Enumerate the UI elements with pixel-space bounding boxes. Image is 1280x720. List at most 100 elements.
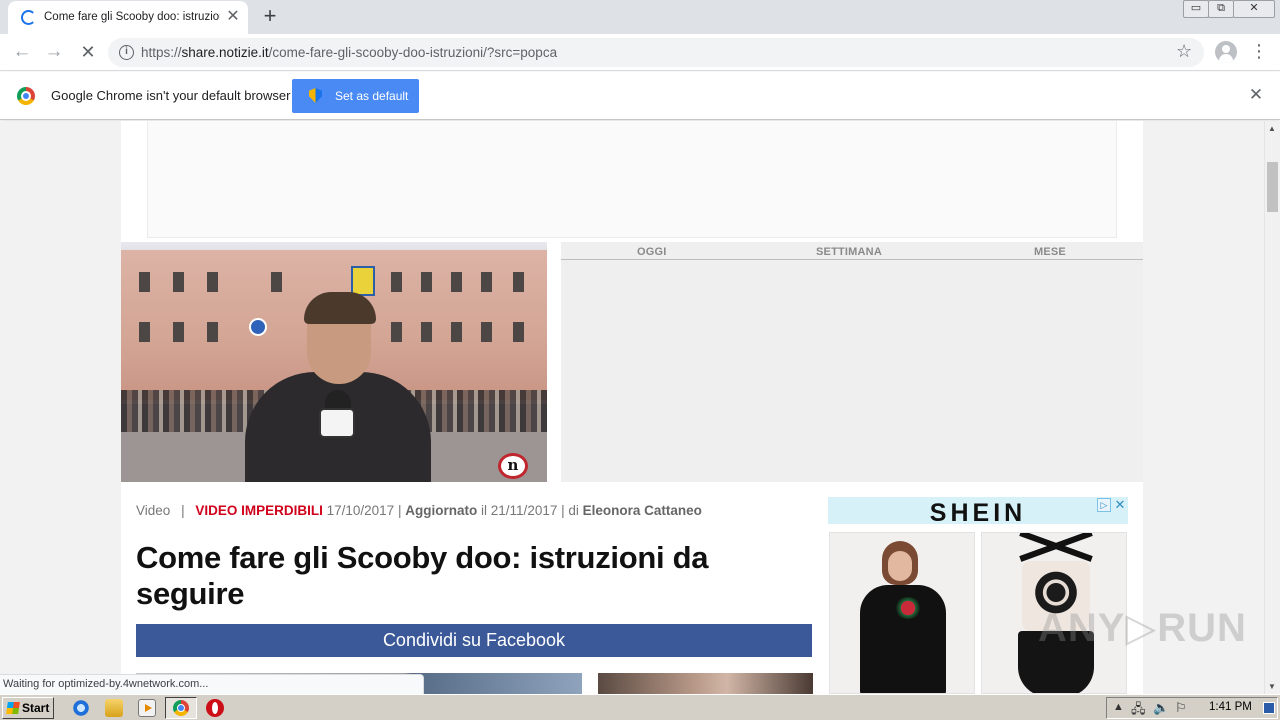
tab-close-icon[interactable]: ✕: [224, 8, 242, 26]
new-tab-button[interactable]: +: [258, 5, 282, 29]
scroll-down-icon[interactable]: ▼: [1268, 682, 1276, 691]
url-scheme: https://: [141, 45, 182, 60]
star-icon[interactable]: ☆: [1176, 41, 1192, 62]
show-desktop-icon[interactable]: [1263, 702, 1275, 714]
tab-oggi[interactable]: OGGI: [637, 246, 667, 258]
info-icon[interactable]: i: [119, 45, 134, 60]
flag-icon[interactable]: ⚐: [1175, 700, 1187, 716]
shield-icon: [309, 88, 322, 103]
meta-category[interactable]: VIDEO IMPERDIBILI: [195, 503, 323, 518]
meta-updated-date: 21/11/2017: [490, 503, 558, 518]
infobar-message: Google Chrome isn't your default browser: [51, 88, 291, 103]
window-close-button[interactable]: ✕: [1233, 0, 1275, 18]
minimize-button[interactable]: ▭: [1183, 0, 1209, 18]
video-reporter-hair: [304, 292, 376, 324]
volume-icon[interactable]: 🔈: [1153, 700, 1169, 716]
system-tray: ▲ 🖧 🔈 ⚐ 1:41 PM: [1106, 697, 1278, 719]
ad-close-icon[interactable]: ✕: [1113, 498, 1127, 512]
start-label: Start: [22, 701, 50, 715]
url-path: /come-fare-gli-scooby-doo-istruzioni/?sr…: [268, 45, 558, 60]
page-scrollbar[interactable]: ▲ ▼: [1264, 121, 1280, 694]
restore-button[interactable]: ⧉: [1208, 0, 1234, 18]
address-bar[interactable]: i https://share.notizie.it/come-fare-gli…: [108, 38, 1204, 67]
media-player-icon[interactable]: [138, 699, 156, 717]
menu-icon[interactable]: ⋮: [1250, 41, 1268, 63]
back-arrow-icon[interactable]: ←: [10, 41, 34, 65]
url-text[interactable]: https://share.notizie.it/come-fare-gli-s…: [141, 45, 557, 60]
opera-icon[interactable]: [206, 699, 224, 717]
tab-mese[interactable]: MESE: [1034, 246, 1066, 258]
tab-settimana[interactable]: SETTIMANA: [816, 246, 882, 258]
video-window: [481, 272, 492, 292]
tab-title: Come fare gli Scooby doo: istruzioni da …: [44, 11, 220, 23]
video-window: [173, 272, 184, 292]
forward-arrow-icon[interactable]: →: [42, 41, 66, 65]
clock[interactable]: 1:41 PM: [1209, 701, 1252, 713]
video-window: [481, 322, 492, 342]
chrome-icon: [173, 700, 189, 716]
video-window: [271, 272, 282, 292]
meta-updated-label: Aggiornato: [405, 503, 478, 518]
screen: Come fare gli Scooby doo: istruzioni da …: [0, 0, 1280, 720]
video-window: [173, 322, 184, 342]
network-icon[interactable]: 🖧: [1131, 700, 1146, 720]
meta-section[interactable]: Video: [136, 503, 170, 518]
tab-spinner-icon: [21, 10, 36, 25]
shein-ad[interactable]: SHEIN ▷ ✕: [828, 497, 1128, 694]
page-content: n OGGI SETTIMANA MESE Video | VIDEO IMPE…: [121, 121, 1143, 694]
browser-tab[interactable]: Come fare gli Scooby doo: istruzioni da …: [8, 1, 248, 34]
video-microphone: [319, 408, 355, 438]
meta-author-prefix: | di: [561, 503, 579, 518]
taskbar-chrome-button[interactable]: [165, 697, 197, 719]
facebook-share-button[interactable]: Condividi su Facebook: [136, 624, 812, 657]
meta-pipe: |: [397, 503, 402, 518]
ie-icon[interactable]: [72, 699, 90, 717]
flower-embroidery: [894, 597, 922, 619]
folder-icon[interactable]: [105, 699, 123, 717]
video-window: [451, 322, 462, 342]
status-bubble: Waiting for optimized-by.4wnetwork.com..…: [0, 674, 424, 694]
video-window: [207, 322, 218, 342]
taskbar: Start ▲ 🖧 🔈 ⚐ 1:41 PM: [0, 694, 1280, 720]
scroll-up-icon[interactable]: ▲: [1268, 124, 1276, 133]
video-window: [421, 322, 432, 342]
video-window: [391, 272, 402, 292]
title-bar: Come fare gli Scooby doo: istruzioni da …: [0, 0, 1280, 34]
video-yellow-sign: [351, 266, 375, 296]
video-window: [513, 272, 524, 292]
default-browser-infobar: Google Chrome isn't your default browser…: [0, 72, 1280, 120]
chrome-logo-icon: [17, 87, 35, 105]
start-button[interactable]: Start: [2, 697, 54, 719]
anyrun-watermark: ANY▷RUN: [1038, 606, 1247, 650]
video-window: [513, 322, 524, 342]
meta-updated-prefix: il: [481, 503, 488, 518]
video-window: [207, 272, 218, 292]
meta-author[interactable]: Eleonora Cattaneo: [583, 503, 702, 518]
model-face: [888, 551, 912, 581]
scroll-thumb[interactable]: [1267, 162, 1278, 212]
article-headline: Come fare gli Scooby doo: istruzioni da …: [136, 540, 709, 611]
set-as-default-label: Set as default: [335, 89, 409, 103]
video-window: [451, 272, 462, 292]
ad-product-dress[interactable]: [829, 532, 975, 694]
popular-period-tabs: OGGI SETTIMANA MESE: [561, 242, 1143, 482]
profile-icon[interactable]: [1215, 41, 1237, 63]
top-ad-slot[interactable]: [147, 121, 1117, 238]
period-tab-header: OGGI SETTIMANA MESE: [561, 242, 1143, 260]
windows-logo-icon: [6, 702, 20, 714]
video-window: [421, 272, 432, 292]
video-road-sign: [249, 318, 267, 336]
meta-date: 17/10/2017: [326, 503, 395, 518]
meta-separator: |: [181, 503, 185, 518]
notizie-logo-icon: n: [498, 453, 528, 479]
infobar-close-icon[interactable]: ✕: [1246, 85, 1266, 105]
video-window: [139, 272, 150, 292]
article-meta: Video | VIDEO IMPERDIBILI 17/10/2017 | A…: [136, 503, 816, 518]
related-thumbnail[interactable]: [598, 673, 813, 694]
set-as-default-button[interactable]: Set as default: [292, 79, 419, 113]
shein-logo: SHEIN: [929, 499, 1027, 527]
tray-expand-icon[interactable]: ▲: [1113, 701, 1124, 713]
stop-loading-icon[interactable]: ✕: [76, 41, 100, 65]
video-player[interactable]: n: [121, 242, 547, 482]
adchoices-icon[interactable]: ▷: [1097, 498, 1111, 512]
